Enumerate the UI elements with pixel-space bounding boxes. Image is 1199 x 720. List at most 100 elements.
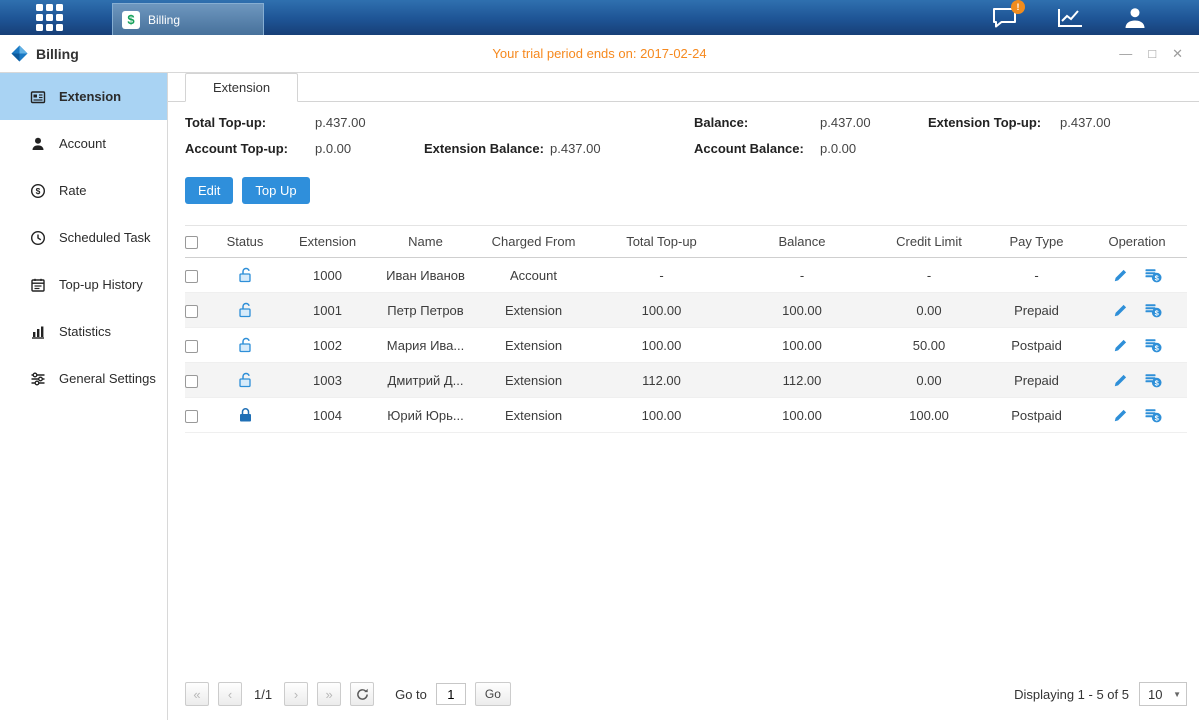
col-balance: Balance [732,226,872,258]
edit-icon[interactable] [1113,338,1128,353]
first-page-button[interactable]: « [185,682,209,706]
cell-name: Иван Иванов [375,258,476,293]
maximize-icon[interactable]: □ [1148,47,1156,60]
cell-extension: 1002 [280,328,375,363]
next-page-button[interactable]: › [284,682,308,706]
row-checkbox[interactable] [185,305,198,318]
topup-icon[interactable]: $ [1145,407,1162,423]
close-icon[interactable]: ✕ [1172,47,1183,60]
cell-balance: - [732,258,872,293]
cell-credit-limit: 50.00 [872,328,986,363]
sidebar-item-topup-history[interactable]: Top-up History [0,261,167,308]
topup-icon[interactable]: $ [1145,302,1162,318]
topbar-tab-billing[interactable]: $ Billing [112,3,264,35]
tabstrip: Extension [168,73,1199,102]
apps-grid-icon[interactable] [36,4,63,31]
refresh-button[interactable] [350,682,374,706]
select-all-checkbox[interactable] [185,236,198,249]
edit-icon[interactable] [1113,303,1128,318]
topup-icon[interactable]: $ [1145,372,1162,388]
sidebar-item-scheduled-task[interactable]: Scheduled Task [0,214,167,261]
sidebar-item-label: Top-up History [59,277,143,292]
prev-page-button[interactable]: ‹ [218,682,242,706]
account-topup-label: Account Top-up: [185,141,315,156]
sidebar-item-label: Extension [59,89,121,104]
main-content: Total Top-up: p.437.00 Balance: p.437.00… [168,102,1199,720]
account-balance-value: p.0.00 [820,141,928,156]
last-page-button[interactable]: » [317,682,341,706]
topup-icon[interactable]: $ [1145,337,1162,353]
sidebar-item-statistics[interactable]: Statistics [0,308,167,355]
cell-operation: $ [1087,328,1187,363]
edit-icon[interactable] [1113,408,1128,423]
account-icon [30,136,46,152]
topup-icon[interactable]: $ [1145,267,1162,283]
cell-status [210,363,280,398]
col-status: Status [210,226,280,258]
balance-label: Balance: [694,115,820,130]
notifications-chat-icon[interactable]: ! [992,7,1017,28]
sidebar-item-label: Account [59,136,106,151]
goto-page-input[interactable] [436,683,466,705]
cell-balance: 100.00 [732,293,872,328]
edit-icon[interactable] [1113,373,1128,388]
row-checkbox[interactable] [185,375,198,388]
user-account-icon[interactable] [1123,7,1147,29]
sidebar-item-label: General Settings [59,371,156,386]
table-row: 1004 Юрий Юрь... Extension 100.00 100.00… [185,398,1187,433]
sidebar-item-extension[interactable]: Extension [0,73,167,120]
cell-extension: 1004 [280,398,375,433]
cell-status [210,293,280,328]
row-checkbox[interactable] [185,340,198,353]
col-credit-limit: Credit Limit [872,226,986,258]
page-size-select[interactable]: 10 ▼ [1139,682,1187,706]
edit-button[interactable]: Edit [185,177,233,204]
extension-balance-label: Extension Balance: [424,141,550,156]
statistics-chart-icon[interactable] [1057,8,1083,28]
cell-select [185,398,210,433]
cell-operation: $ [1087,398,1187,433]
cell-total-topup: 100.00 [591,398,732,433]
cell-total-topup: 112.00 [591,363,732,398]
window-controls: — □ ✕ [1119,47,1183,60]
cell-charged-from: Extension [476,363,591,398]
sidebar-item-account[interactable]: Account [0,120,167,167]
tab-extension[interactable]: Extension [185,73,298,102]
page-size-value: 10 [1148,687,1162,702]
cell-operation: $ [1087,293,1187,328]
cell-credit-limit: 0.00 [872,363,986,398]
statistics-icon [30,324,46,340]
table-header-row: Status Extension Name Charged From Total… [185,226,1187,258]
account-balance-label: Account Balance: [694,141,820,156]
cell-total-topup: 100.00 [591,293,732,328]
cell-select [185,363,210,398]
cell-operation: $ [1087,363,1187,398]
extension-topup-value: p.437.00 [1060,115,1187,130]
status-unlocked-icon [238,302,253,318]
app-body: Extension Account $ Rate Scheduled Task … [0,73,1199,720]
sidebar-item-general-settings[interactable]: General Settings [0,355,167,402]
balance-summary: Total Top-up: p.437.00 Balance: p.437.00… [185,115,1187,156]
col-name: Name [375,226,476,258]
table-row: 1000 Иван Иванов Account - - - - $ [185,258,1187,293]
go-button[interactable]: Go [475,682,511,706]
table-row: 1003 Дмитрий Д... Extension 112.00 112.0… [185,363,1187,398]
edit-icon[interactable] [1113,268,1128,283]
cell-balance: 100.00 [732,398,872,433]
row-checkbox[interactable] [185,270,198,283]
cell-operation: $ [1087,258,1187,293]
cell-select [185,258,210,293]
sidebar-item-rate[interactable]: $ Rate [0,167,167,214]
row-checkbox[interactable] [185,410,198,423]
cell-pay-type: Prepaid [986,363,1087,398]
cell-select [185,293,210,328]
top-up-button[interactable]: Top Up [242,177,309,204]
notification-badge: ! [1011,0,1025,14]
cell-charged-from: Extension [476,328,591,363]
status-unlocked-icon [238,267,253,283]
cell-charged-from: Account [476,258,591,293]
sidebar-item-label: Statistics [59,324,111,339]
minimize-icon[interactable]: — [1119,47,1132,60]
sidebar-item-label: Rate [59,183,86,198]
pagination-bar: « ‹ 1/1 › » Go to Go Displaying 1 - 5 of… [185,678,1187,714]
